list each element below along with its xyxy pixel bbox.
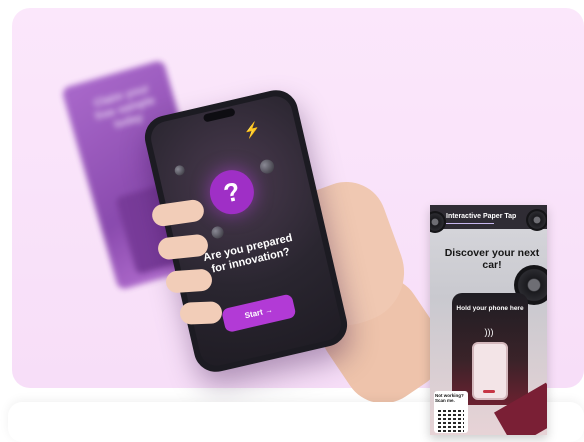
nfc-poster: Interactive Paper Tap Discover your next…: [430, 205, 547, 435]
hand-finger: [165, 268, 213, 294]
orb-icon: [258, 158, 276, 176]
hold-phone-text: Hold your phone here: [456, 305, 524, 312]
lightning-icon: ⚡: [241, 120, 263, 140]
phone-notch: [202, 107, 236, 123]
question-circle: ?: [205, 165, 259, 219]
tire-icon: [526, 209, 547, 231]
poster-brand: Interactive Paper Tap: [446, 213, 517, 220]
mini-phone-bar: [483, 390, 495, 393]
qr-code-overlay: [438, 408, 464, 432]
tire-icon: [430, 211, 446, 233]
question-mark-icon: ?: [220, 175, 244, 209]
hand-finger: [179, 301, 223, 325]
orb-icon: [173, 164, 186, 177]
qr-caption: Not working? Scan me.: [435, 393, 464, 403]
start-button[interactable]: Start →: [221, 293, 297, 334]
poster-title: Discover your next car!: [444, 247, 540, 271]
phone-headline: Are you prepared for innovation?: [202, 231, 294, 276]
orb-icon: [210, 225, 225, 240]
brand-underline: [446, 223, 494, 224]
nfc-wave-icon: ))): [484, 327, 494, 337]
